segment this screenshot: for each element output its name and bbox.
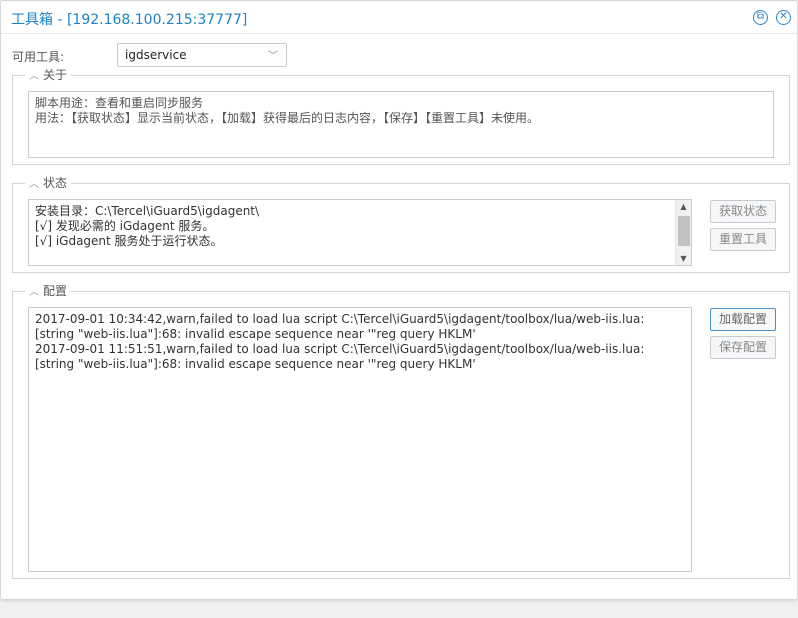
close-icon[interactable]: ✕ [776, 10, 791, 25]
window-title: 工具箱 - [192.168.100.215:37777] [11, 12, 248, 28]
toolbox-window: 工具箱 - [192.168.100.215:37777] ⧉ ✕ 可用工具: … [0, 0, 798, 600]
status-line: 安装目录：C:\Tercel\iGuard5\igdagent\ [35, 204, 260, 218]
about-line: 用法：【获取状态】显示当前状态，【加载】获得最后的日志内容，【保存】【重置工具】… [35, 111, 540, 125]
status-scrollbar[interactable]: ▲ ▼ [675, 200, 691, 265]
tool-select-dropdown[interactable]: igdservice ﹀ [117, 43, 287, 67]
load-config-button[interactable]: 加载配置 [710, 308, 776, 331]
about-legend[interactable]: ︿ 关于 [25, 68, 72, 84]
status-legend-label: 状态 [43, 176, 68, 190]
get-status-button[interactable]: 获取状态 [710, 200, 776, 223]
config-legend[interactable]: ︿ 配置 [25, 284, 72, 300]
status-line: [√] iGdagent 服务处于运行状态。 [35, 234, 223, 248]
collapse-caret-icon: ︿ [29, 71, 39, 82]
status-output[interactable]: 安装目录：C:\Tercel\iGuard5\igdagent\ [√] 发现必… [28, 199, 692, 266]
title-bar: 工具箱 - [192.168.100.215:37777] ⧉ ✕ [1, 1, 797, 34]
about-line: 脚本用途：查看和重启同步服务 [35, 96, 204, 110]
tool-selector-label: 可用工具: [12, 50, 65, 64]
config-section: ︿ 配置 2017-09-01 10:34:42,warn,failed to l… [12, 284, 790, 579]
log-line: 2017-09-01 11:51:51,warn,failed to load … [35, 342, 645, 371]
about-text: 脚本用途：查看和重启同步服务 用法：【获取状态】显示当前状态，【加载】获得最后的… [28, 91, 774, 158]
scroll-down-icon[interactable]: ▼ [676, 252, 691, 265]
reset-tool-button[interactable]: 重置工具 [710, 228, 776, 251]
log-line: 2017-09-01 10:34:42,warn,failed to load … [35, 312, 645, 341]
scroll-thumb[interactable] [678, 216, 690, 246]
config-legend-label: 配置 [43, 284, 68, 298]
collapse-caret-icon: ︿ [29, 287, 39, 298]
about-section: ︿ 关于 脚本用途：查看和重启同步服务 用法：【获取状态】显示当前状态，【加载】获… [12, 68, 790, 165]
restore-icon[interactable]: ⧉ [753, 10, 768, 25]
config-log-textarea[interactable]: 2017-09-01 10:34:42,warn,failed to load … [28, 307, 692, 572]
status-line: [√] 发现必需的 iGdagent 服务。 [35, 219, 215, 233]
status-section: ︿ 状态 安装目录：C:\Tercel\iGuard5\igdagent\ [√]… [12, 176, 790, 273]
status-legend[interactable]: ︿ 状态 [25, 176, 72, 192]
about-legend-label: 关于 [43, 68, 68, 82]
chevron-down-icon: ﹀ [268, 51, 278, 62]
save-config-button[interactable]: 保存配置 [710, 336, 776, 359]
tool-select-value: igdservice [125, 48, 187, 62]
scroll-up-icon[interactable]: ▲ [676, 200, 691, 213]
collapse-caret-icon: ︿ [29, 179, 39, 190]
